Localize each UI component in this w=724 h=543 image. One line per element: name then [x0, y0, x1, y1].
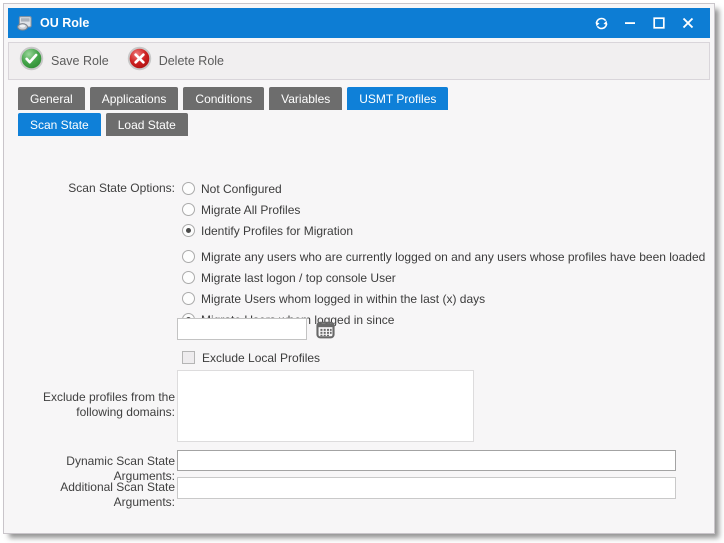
radio-option-not-configured[interactable]: Not Configured: [177, 178, 353, 199]
tab-applications[interactable]: Applications: [90, 87, 179, 110]
radio-option-migrate-any-logged-on[interactable]: Migrate any users who are currently logg…: [177, 246, 705, 267]
titlebar[interactable]: OU Role: [8, 8, 710, 38]
green-check-circle-icon: [19, 46, 44, 76]
main-tabstrip: General Applications Conditions Variable…: [18, 87, 710, 110]
radio-label: Identify Profiles for Migration: [201, 224, 353, 238]
radio-option-identify-profiles[interactable]: Identify Profiles for Migration: [177, 220, 353, 241]
radio-circle[interactable]: [182, 203, 195, 216]
delete-role-label: Delete Role: [159, 54, 224, 68]
tab-conditions[interactable]: Conditions: [183, 87, 264, 110]
subtab-scan-state[interactable]: Scan State: [18, 113, 101, 136]
refresh-icon[interactable]: [593, 15, 609, 31]
red-x-circle-icon: [127, 46, 152, 76]
radio-label: Migrate Users whom logged in within the …: [201, 292, 485, 306]
close-icon[interactable]: [680, 15, 696, 31]
window-title: OU Role: [40, 16, 593, 30]
ou-role-window: OU Role: [3, 3, 715, 534]
radio-option-migrate-all-profiles[interactable]: Migrate All Profiles: [177, 199, 353, 220]
tab-usmt-profiles[interactable]: USMT Profiles: [347, 87, 448, 110]
delete-role-button[interactable]: Delete Role: [127, 46, 224, 76]
exclude-domains-textarea[interactable]: [177, 370, 474, 442]
exclude-local-profiles-row[interactable]: Exclude Local Profiles: [177, 347, 320, 368]
additional-args-input[interactable]: [177, 477, 676, 499]
exclude-domains-label: Exclude profiles from the following doma…: [8, 370, 175, 420]
radio-circle[interactable]: [182, 292, 195, 305]
dynamic-args-input[interactable]: [177, 450, 676, 471]
save-role-label: Save Role: [51, 54, 109, 68]
subtab-load-state[interactable]: Load State: [106, 113, 188, 136]
scan-state-form: Scan State Options: Not Configured Migra…: [8, 136, 710, 529]
save-role-button[interactable]: Save Role: [19, 46, 109, 76]
tab-general[interactable]: General: [18, 87, 85, 110]
exclude-local-profiles-checkbox[interactable]: [182, 351, 195, 364]
radio-circle[interactable]: [182, 250, 195, 263]
maximize-icon[interactable]: [651, 15, 667, 31]
app-window-icon: [16, 15, 33, 32]
tab-variables[interactable]: Variables: [269, 87, 342, 110]
minimize-icon[interactable]: [622, 15, 638, 31]
calendar-icon[interactable]: [316, 320, 335, 339]
radio-label: Migrate All Profiles: [201, 203, 300, 217]
checkbox-label: Exclude Local Profiles: [202, 351, 320, 365]
radio-circle[interactable]: [182, 224, 195, 237]
scan-state-options-label: Scan State Options:: [8, 178, 175, 196]
radio-group-1: Not Configured Migrate All Profiles Iden…: [177, 178, 353, 241]
radio-circle[interactable]: [182, 271, 195, 284]
radio-label: Migrate last logon / top console User: [201, 271, 396, 285]
radio-option-last-logon-console[interactable]: Migrate last logon / top console User: [177, 267, 705, 288]
toolbar: Save Role Delete Role: [8, 42, 710, 80]
radio-label: Not Configured: [201, 182, 282, 196]
additional-args-label: Additional Scan State Arguments:: [8, 477, 175, 510]
logged-in-since-date-input[interactable]: [177, 318, 307, 340]
radio-circle[interactable]: [182, 182, 195, 195]
radio-label: Migrate any users who are currently logg…: [201, 250, 705, 264]
usmt-subtabstrip: Scan State Load State: [18, 113, 710, 136]
radio-option-logged-in-last-x-days[interactable]: Migrate Users whom logged in within the …: [177, 288, 705, 309]
